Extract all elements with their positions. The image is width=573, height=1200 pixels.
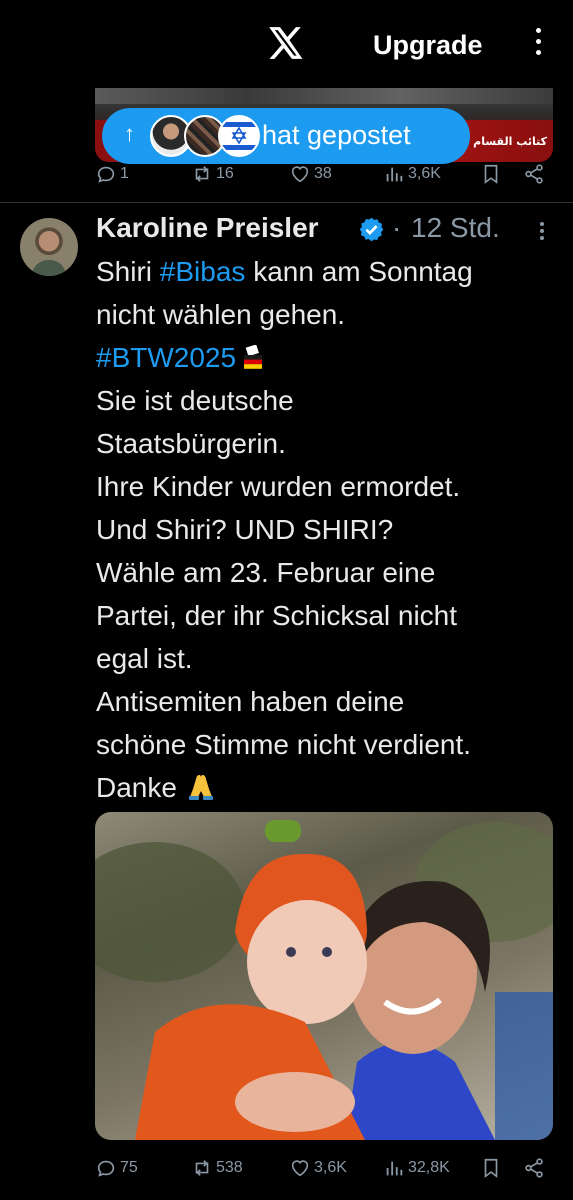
post-text: Shiri #Bibas kann am Sonntag nicht wähle… [96,250,566,809]
reply-button[interactable]: 75 [95,1157,138,1179]
views-count: 32,8K [408,1159,450,1176]
repost-icon [195,1160,209,1176]
text-line: Partei, der ihr Schicksal nicht [96,600,458,631]
text-line: Antisemiten haben deine [96,686,405,717]
repost-count: 16 [216,165,234,182]
avatar-stack [150,115,260,157]
author-avatar[interactable] [20,218,78,276]
bookmark-icon [484,1158,498,1178]
top-bar: Upgrade [0,0,573,88]
timeline-divider [0,202,573,203]
text-line: Wähle am 23. Februar eine [96,557,436,588]
reply-count: 1 [120,165,129,182]
more-vertical-icon[interactable] [528,28,548,62]
heart-icon [291,166,309,183]
like-count: 3,6K [314,1159,347,1176]
like-button[interactable]: 38 [289,163,332,185]
arrow-up-icon: ↑ [124,121,135,146]
text-line: Danke [96,766,566,809]
bookmark-button[interactable] [480,163,502,185]
views-count: 3,6K [408,165,441,182]
ballot-box-icon [244,345,263,369]
views-chart-icon [386,167,403,182]
text-line: egal ist. [96,643,193,674]
photo-illustration [95,820,553,1140]
reply-count: 75 [120,1159,138,1176]
verified-badge-icon [359,217,384,242]
text-line: Staatsbürgerin. [96,428,286,459]
repost-button[interactable]: 538 [191,1157,243,1179]
heart-icon [291,1160,309,1177]
reply-icon [97,166,115,183]
x-logo-icon[interactable] [266,24,304,62]
pill-label: hat gepostet [262,120,411,150]
meta-separator: · [392,212,402,243]
repost-count: 538 [216,1159,243,1176]
previous-post-actions: 1 16 38 3,6K [95,163,555,189]
folded-hands-icon [188,775,213,800]
like-count: 38 [314,165,332,182]
text-line: Ihre Kinder wurden ermordet. [96,471,461,502]
repost-button[interactable]: 16 [191,163,234,185]
text-line: schöne Stimme nicht verdient. [96,729,472,760]
reply-button[interactable]: 1 [95,163,129,185]
text-line: Shiri #Bibas kann am Sonntag [96,256,473,287]
share-button[interactable] [523,163,545,185]
israel-flag-avatar [218,115,260,157]
text-line: Sie ist deutsche [96,385,294,416]
hashtag-link[interactable]: #BTW2025 [96,342,236,373]
text-line: nicht wählen gehen. [96,299,346,330]
post-timestamp[interactable]: 12 Std. [411,212,500,244]
share-icon [525,164,543,184]
post-actions: 75 538 3,6K 32,8K [95,1157,555,1183]
views-button[interactable]: 3,6K [383,163,441,185]
share-icon [525,1158,543,1178]
views-button[interactable]: 32,8K [383,1157,450,1179]
text-line: #BTW2025 [96,336,566,379]
new-posts-pill[interactable]: ↑ hat gepostet [102,108,470,164]
post-more-icon[interactable] [537,222,547,242]
bookmark-button[interactable] [480,1157,502,1179]
share-button[interactable] [523,1157,545,1179]
bookmark-icon [484,164,498,184]
repost-icon [195,166,209,182]
like-button[interactable]: 3,6K [289,1157,347,1179]
reply-icon [97,1160,115,1177]
text-line: Und Shiri? UND SHIRI? [96,514,394,545]
views-chart-icon [386,1161,403,1176]
upgrade-button[interactable]: Upgrade [373,30,483,61]
post-photo[interactable] [95,812,553,1140]
hashtag-link[interactable]: #Bibas [160,256,246,287]
author-name[interactable]: Karoline Preisler [96,212,319,244]
